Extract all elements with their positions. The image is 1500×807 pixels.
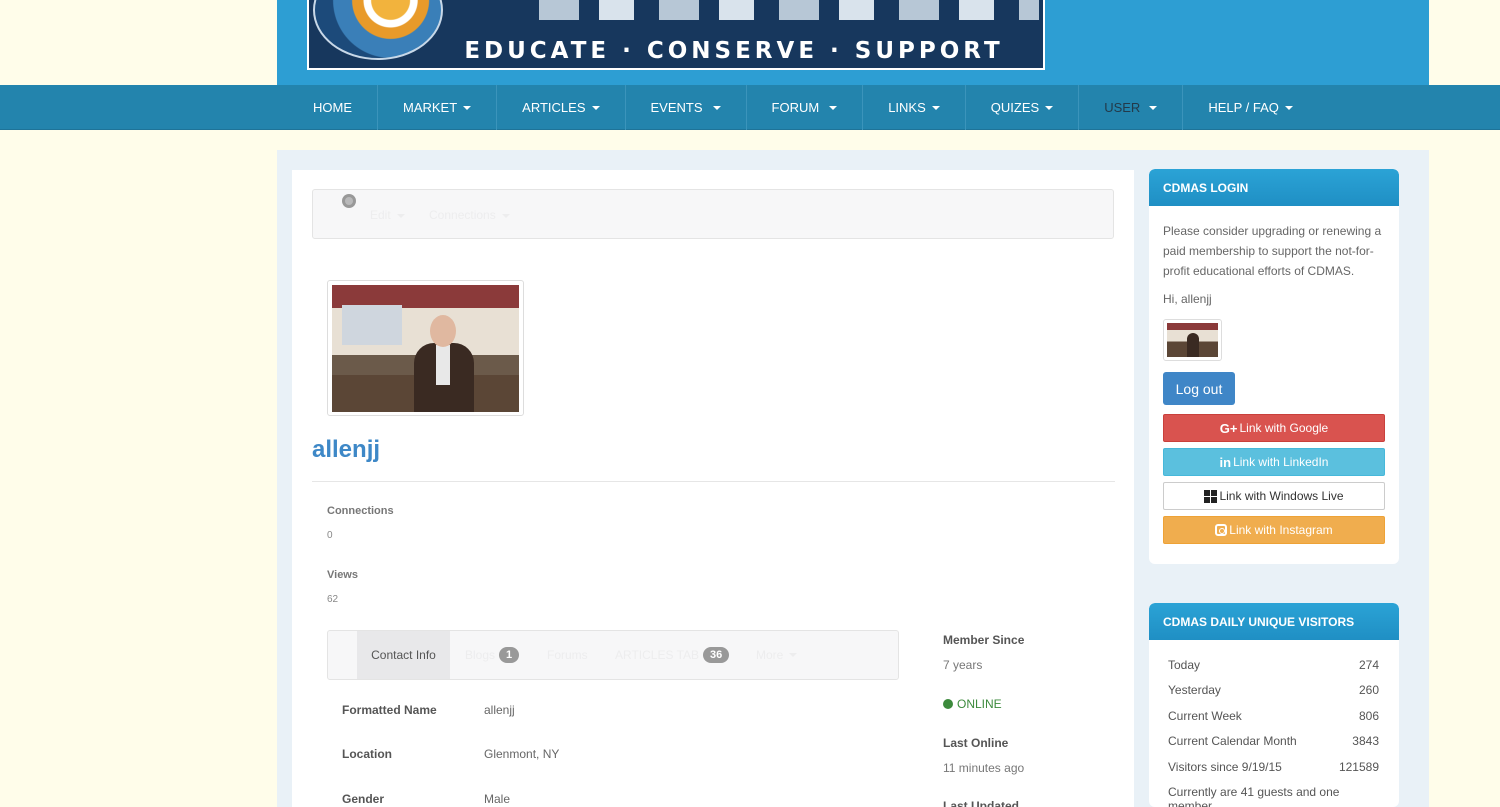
visitor-row-today: Today 274 [1168,658,1379,672]
site-banner: EDUCATE · CONSERVE · SUPPORT [277,0,1429,85]
caret-down-icon [789,653,798,657]
caret-down-icon [829,105,838,110]
caret-down-icon [1045,105,1054,110]
visitor-row-since: Visitors since 9/19/15 121589 [1168,760,1379,774]
banner-skyline-graphic [539,0,1039,20]
globe-icon[interactable] [342,194,356,208]
login-panel: CDMAS LOGIN Please consider upgrading or… [1149,169,1399,564]
main-navigation: HOME MARKET ARTICLES EVENTS FORUM LINKS … [0,85,1500,130]
formatted-name-value: allenjj [484,703,515,717]
caret-down-icon [501,213,510,218]
link-linkedin-button[interactable]: in Link with LinkedIn [1163,448,1385,476]
caret-down-icon [712,105,721,110]
windows-icon [1204,489,1218,503]
nav-item-quizes[interactable]: QUIZES [966,85,1080,130]
articles-count-badge: 36 [703,647,730,663]
views-value: 62 [327,594,339,605]
profile-tabs: Contact Info Blogs 1 Forums ARTICLES TAB 3… [327,630,899,680]
profile-username[interactable]: allenjj [312,436,380,464]
tab-blogs[interactable]: Blogs 1 [465,631,520,679]
visitors-panel-title: CDMAS DAILY UNIQUE VISITORS [1149,603,1399,640]
connections-value: 0 [327,530,333,541]
google-plus-icon: G+ [1219,420,1238,436]
last-online-label: Last Online [943,736,1009,750]
banner-logo-image[interactable]: EDUCATE · CONSERVE · SUPPORT [307,0,1045,70]
connections-menu[interactable]: Connections [429,208,510,222]
online-dot-icon [943,699,953,709]
member-since-label: Member Since [943,633,1025,647]
nav-item-market[interactable]: MARKET [378,85,498,130]
fish-logo-icon [313,0,443,60]
visitors-panel: CDMAS DAILY UNIQUE VISITORS Today 274 Yes… [1149,603,1399,807]
divider [312,481,1115,482]
visitor-row-yesterday: Yesterday 260 [1168,683,1379,697]
linkedin-icon: in [1219,454,1232,470]
blogs-count-badge: 1 [499,647,520,663]
profile-toolbar: Edit Connections [312,189,1114,239]
banner-tagline: EDUCATE · CONSERVE · SUPPORT [464,38,1004,64]
link-windows-live-button[interactable]: Link with Windows Live [1163,482,1385,510]
nav-item-events[interactable]: EVENTS [626,85,747,130]
last-updated-label: Last Updated [943,799,1020,807]
edit-menu[interactable]: Edit [370,208,405,222]
caret-down-icon [463,105,472,110]
caret-down-icon [591,105,600,110]
tab-more[interactable]: More [756,631,798,679]
location-value: Glenmont, NY [484,747,560,761]
last-online-value: 11 minutes ago [943,761,1025,775]
connections-label: Connections [327,505,394,517]
visitor-row-current-week: Current Week 806 [1168,709,1379,723]
tab-articles[interactable]: ARTICLES TAB 36 [615,631,730,679]
instagram-icon [1215,524,1228,536]
gender-label: Gender [342,792,385,806]
views-label: Views [327,569,358,581]
link-instagram-button[interactable]: Link with Instagram [1163,516,1385,544]
link-google-button[interactable]: G+ Link with Google [1163,414,1385,442]
nav-item-articles[interactable]: ARTICLES [497,85,626,130]
online-status: ONLINE [943,697,1002,711]
formatted-name-label: Formatted Name [342,703,437,717]
caret-down-icon [1149,105,1158,110]
caret-down-icon [931,105,940,110]
tab-contact-info[interactable]: Contact Info [357,631,450,679]
mini-avatar[interactable] [1163,319,1222,361]
nav-item-home[interactable]: HOME [288,85,378,130]
login-panel-title: CDMAS LOGIN [1149,169,1399,206]
tab-forums[interactable]: Forums [547,631,588,679]
nav-item-help-faq[interactable]: HELP / FAQ [1183,85,1318,130]
profile-photo [332,285,519,412]
greeting-text: Hi, allenjj [1163,292,1212,306]
visitors-online-text: Currently are 41 guests and one member [1168,785,1340,807]
visitor-row-current-month: Current Calendar Month 3843 [1168,734,1379,748]
nav-item-user[interactable]: USER [1079,85,1184,130]
member-since-value: 7 years [943,658,983,672]
nav-item-links[interactable]: LINKS [863,85,966,130]
caret-down-icon [396,213,405,218]
gender-value: Male [484,792,511,806]
location-label: Location [342,747,392,761]
caret-down-icon [1284,105,1293,110]
logout-button[interactable]: Log out [1163,372,1235,405]
profile-avatar[interactable] [327,280,524,416]
nav-item-forum[interactable]: FORUM [747,85,864,130]
membership-message: Please consider upgrading or renewing a … [1163,224,1382,278]
